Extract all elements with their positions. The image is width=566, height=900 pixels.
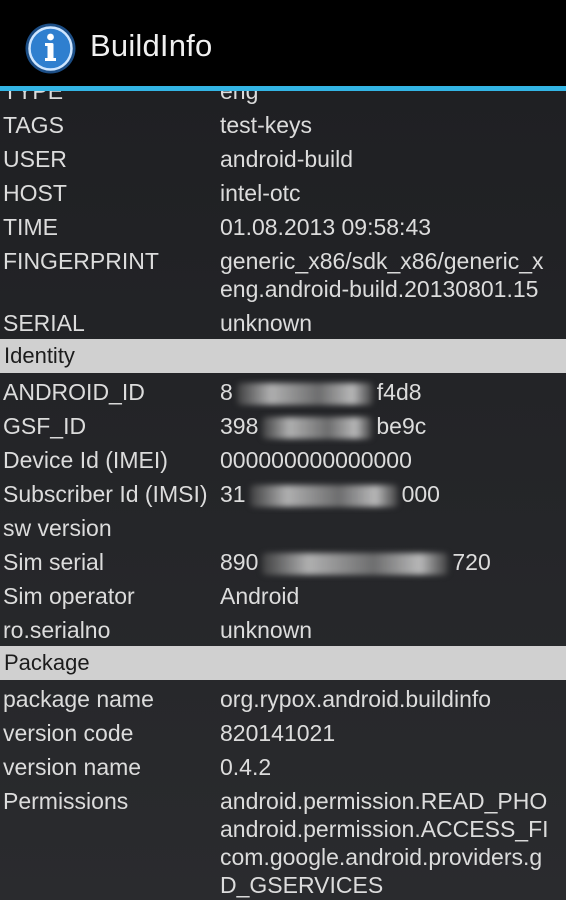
row-value: 890 720 xyxy=(220,548,491,576)
app-screen: BuildInfo TYPE eng TAGS test-keys USER a… xyxy=(0,0,566,900)
row-label: Sim serial xyxy=(3,549,104,575)
action-bar: BuildInfo xyxy=(0,0,566,86)
permission-line: com.google.android.providers.g xyxy=(220,844,543,870)
row-value: 820141021 xyxy=(220,720,336,746)
row-value: 8 f4d8 xyxy=(220,378,422,406)
row-label: HOST xyxy=(3,180,67,206)
row-label: SERIAL xyxy=(3,310,85,336)
row-label: sw version xyxy=(3,515,112,541)
row-label: Subscriber Id (IMSI) xyxy=(3,481,208,507)
value-prefix: 890 xyxy=(220,549,259,575)
value-suffix: 000 xyxy=(401,481,440,507)
row-value-line: eng.android-build.20130801.15 xyxy=(220,276,539,302)
row-value: unknown xyxy=(220,617,313,643)
row-label: USER xyxy=(3,146,67,172)
value-prefix: 398 xyxy=(220,413,259,439)
row-value: unknown xyxy=(220,310,313,336)
value-suffix: 720 xyxy=(452,549,491,575)
row-label: Permissions xyxy=(3,788,129,814)
row-value: org.rypox.android.buildinfo xyxy=(220,686,492,712)
row-value: Android xyxy=(220,583,300,609)
value-prefix: 8 xyxy=(220,379,233,405)
row-value: 398 be9c xyxy=(220,412,426,440)
section-title: Identity xyxy=(4,343,75,368)
redaction-blur xyxy=(262,416,373,439)
permission-line: android.permission.READ_PHO xyxy=(220,788,548,814)
row-value: android-build xyxy=(220,146,353,172)
row-label: FINGERPRINT xyxy=(3,248,159,274)
row-value: 0.4.2 xyxy=(220,754,272,780)
row-value: test-keys xyxy=(220,112,313,138)
info-circle-icon[interactable] xyxy=(24,22,77,75)
section-header-identity: Identity xyxy=(0,339,566,373)
row-label: version code xyxy=(3,720,134,746)
row-label: Sim operator xyxy=(3,583,135,609)
row-value: eng xyxy=(220,91,259,104)
row-label: version name xyxy=(3,754,142,780)
row-label: GSF_ID xyxy=(3,413,87,439)
permission-line: D_GSERVICES xyxy=(220,872,384,898)
row-label: TIME xyxy=(3,214,58,240)
row-value: intel-otc xyxy=(220,180,301,206)
row-label: TAGS xyxy=(3,112,64,138)
row-value: 01.08.2013 09:58:43 xyxy=(220,214,432,240)
row-label: ANDROID_ID xyxy=(3,379,145,405)
row-value: 31 000 xyxy=(220,480,440,508)
redaction-blur xyxy=(236,382,373,405)
value-suffix: be9c xyxy=(376,413,427,439)
row-value: 000000000000000 xyxy=(220,447,412,473)
row-label: Device Id (IMEI) xyxy=(3,447,168,473)
value-prefix: 31 xyxy=(220,481,246,507)
row-label: TYPE xyxy=(3,91,64,104)
value-suffix: f4d8 xyxy=(376,379,422,405)
row-value-line: generic_x86/sdk_x86/generic_x xyxy=(220,248,544,274)
redaction-blur xyxy=(262,552,449,575)
app-title: BuildInfo xyxy=(90,28,213,63)
build-info-list[interactable]: TYPE eng TAGS test-keys USER android-bui… xyxy=(0,91,566,900)
row-label: ro.serialno xyxy=(3,617,111,643)
section-header-package: Package xyxy=(0,646,566,680)
permission-line: android.permission.ACCESS_FI xyxy=(220,816,549,842)
section-title: Package xyxy=(4,650,90,675)
row-value: android.permission.READ_PHO android.perm… xyxy=(220,787,549,899)
row-label: package name xyxy=(3,686,154,712)
row-value: generic_x86/sdk_x86/generic_x eng.androi… xyxy=(220,247,543,303)
redaction-blur xyxy=(249,484,398,507)
